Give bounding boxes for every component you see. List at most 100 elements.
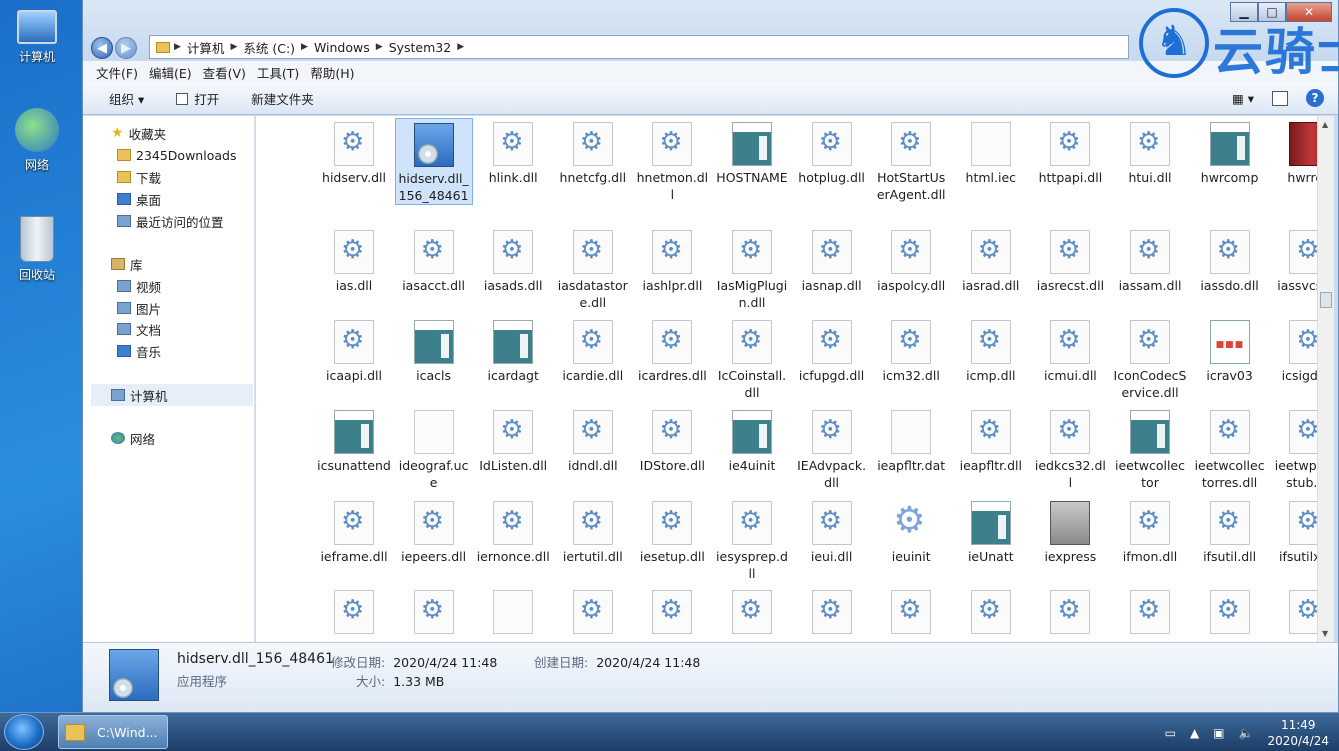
file-item[interactable]: iexpress xyxy=(1031,497,1109,565)
file-item[interactable]: IasMigPlugin.dll xyxy=(713,226,791,311)
file-item[interactable]: HOSTNAME xyxy=(713,118,791,186)
minimize-button[interactable]: ▁ xyxy=(1230,2,1258,22)
menu-view[interactable]: 查看(V) xyxy=(203,63,246,82)
file-item-partial[interactable] xyxy=(633,586,711,637)
file-item[interactable]: icardres.dll xyxy=(633,316,711,384)
view-options-icon[interactable]: ▦ ▾ xyxy=(1232,91,1254,106)
address-bar[interactable]: ▶ 计算机 ▶ 系统 (C:) ▶ Windows ▶ System32 ▶ xyxy=(149,35,1129,59)
volume-icon[interactable]: 🔈 xyxy=(1239,726,1254,740)
show-hidden-icons-icon[interactable]: ▲ xyxy=(1190,726,1199,740)
file-item[interactable]: iassam.dll xyxy=(1111,226,1189,294)
organize-button[interactable]: 组织 ▾ xyxy=(109,89,144,108)
file-item[interactable]: iernonce.dll xyxy=(474,497,552,565)
file-item[interactable]: icardagt xyxy=(474,316,552,384)
file-item[interactable]: icfupgd.dll xyxy=(793,316,871,384)
desktop-icon-computer[interactable]: 计算机 xyxy=(6,10,68,65)
nav-2345downloads[interactable]: 2345Downloads xyxy=(117,145,236,165)
file-item[interactable]: IconCodecService.dll xyxy=(1111,316,1189,401)
file-item[interactable]: iepeers.dll xyxy=(395,497,473,565)
nav-pictures[interactable]: 图片 xyxy=(117,298,161,318)
file-item[interactable]: IEAdvpack.dll xyxy=(793,406,871,491)
help-icon[interactable]: ? xyxy=(1306,89,1324,107)
file-item[interactable]: iaspolcy.dll xyxy=(872,226,950,294)
file-item[interactable]: iedkcs32.dll xyxy=(1031,406,1109,491)
file-item[interactable]: iasacct.dll xyxy=(395,226,473,294)
nav-favorites[interactable]: ★ 收藏夹 xyxy=(111,123,166,143)
nav-libraries[interactable]: 库 xyxy=(111,254,143,274)
menu-tools[interactable]: 工具(T) xyxy=(257,63,299,82)
close-button[interactable]: ✕ xyxy=(1286,2,1332,22)
file-item[interactable]: hwrcomp xyxy=(1191,118,1269,186)
file-item[interactable]: IcCoinstall.dll xyxy=(713,316,791,401)
file-item[interactable]: IDStore.dll xyxy=(633,406,711,474)
new-folder-button[interactable]: 新建文件夹 xyxy=(251,89,314,108)
file-item-partial[interactable] xyxy=(1191,586,1269,637)
preview-pane-icon[interactable] xyxy=(1272,90,1288,106)
nav-documents[interactable]: 文档 xyxy=(117,319,161,339)
taskbar-explorer-button[interactable]: C:\Wind... xyxy=(58,715,168,749)
scroll-thumb[interactable] xyxy=(1320,292,1332,308)
nav-music[interactable]: 音乐 xyxy=(117,341,161,361)
file-item[interactable]: iasads.dll xyxy=(474,226,552,294)
file-item-partial[interactable] xyxy=(474,586,552,637)
nav-computer[interactable]: 计算机 xyxy=(111,385,168,405)
file-item[interactable]: ifsutil.dll xyxy=(1191,497,1269,565)
maximize-button[interactable]: □ xyxy=(1258,2,1286,22)
file-item[interactable]: icacls xyxy=(395,316,473,384)
file-item[interactable]: hidserv.dll xyxy=(315,118,393,186)
file-item-partial[interactable] xyxy=(713,586,791,637)
breadcrumb-system32[interactable]: System32 xyxy=(389,40,452,55)
scroll-up-icon[interactable]: ▲ xyxy=(1322,120,1328,129)
file-item[interactable]: idndl.dll xyxy=(554,406,632,474)
file-item[interactable]: HotStartUserAgent.dll xyxy=(872,118,950,203)
file-item-partial[interactable] xyxy=(1111,586,1189,637)
menu-file[interactable]: 文件(F) xyxy=(96,63,138,82)
nav-videos[interactable]: 视频 xyxy=(117,276,161,296)
file-item[interactable]: iasnap.dll xyxy=(793,226,871,294)
file-item[interactable]: hnetcfg.dll xyxy=(554,118,632,186)
file-item[interactable]: ifmon.dll xyxy=(1111,497,1189,565)
file-item[interactable]: iasdatastore.dll xyxy=(554,226,632,311)
file-item[interactable]: icmp.dll xyxy=(952,316,1030,384)
file-item[interactable]: htui.dll xyxy=(1111,118,1189,186)
file-item[interactable]: hwrreg xyxy=(1270,118,1318,186)
file-item[interactable]: ieframe.dll xyxy=(315,497,393,565)
file-item[interactable]: iassdo.dll xyxy=(1191,226,1269,294)
file-item[interactable]: icaapi.dll xyxy=(315,316,393,384)
file-item[interactable]: ieui.dll xyxy=(793,497,871,565)
open-button[interactable]: 打开 xyxy=(176,89,219,108)
file-item[interactable]: iasrad.dll xyxy=(952,226,1030,294)
file-item-partial[interactable] xyxy=(1031,586,1109,637)
file-item[interactable]: html.iec xyxy=(952,118,1030,186)
menu-help[interactable]: 帮助(H) xyxy=(310,63,354,82)
file-item[interactable]: iashlpr.dll xyxy=(633,226,711,294)
file-item[interactable]: ieuinit xyxy=(872,497,950,565)
file-item[interactable]: hnetmon.dll xyxy=(633,118,711,203)
vertical-scrollbar[interactable]: ▲ ▼ xyxy=(1317,116,1334,642)
desktop-icon-network[interactable]: 网络 xyxy=(6,108,68,173)
file-item[interactable]: hotplug.dll xyxy=(793,118,871,186)
file-item[interactable]: iesetup.dll xyxy=(633,497,711,565)
file-item[interactable]: ie4uinit xyxy=(713,406,791,474)
file-item[interactable]: iertutil.dll xyxy=(554,497,632,565)
nav-network[interactable]: 网络 xyxy=(111,428,155,448)
network-status-icon[interactable]: ▣ xyxy=(1213,726,1224,740)
file-item[interactable]: icsunattend xyxy=(315,406,393,474)
file-item[interactable]: ieapfltr.dat xyxy=(872,406,950,474)
file-item-partial[interactable] xyxy=(952,586,1030,637)
forward-button[interactable]: ▶ xyxy=(115,37,137,59)
file-item[interactable]: ias.dll xyxy=(315,226,393,294)
back-button[interactable]: ◀ xyxy=(91,37,113,59)
file-item[interactable]: iesysprep.dll xyxy=(713,497,791,582)
start-button[interactable] xyxy=(4,714,44,750)
nav-recent-places[interactable]: 最近访问的位置 xyxy=(117,211,224,231)
file-item[interactable]: icrav03 xyxy=(1191,316,1269,384)
file-item-partial[interactable] xyxy=(315,586,393,637)
file-item[interactable]: iasrecst.dll xyxy=(1031,226,1109,294)
file-item[interactable]: ieUnatt xyxy=(952,497,1030,565)
file-item[interactable]: iassvcs.dll xyxy=(1270,226,1318,294)
breadcrumb-computer[interactable]: 计算机 xyxy=(187,38,225,57)
file-item[interactable]: ieetwcollectorres.dll xyxy=(1191,406,1269,491)
file-item-partial[interactable] xyxy=(1270,586,1318,637)
file-item[interactable]: ieetwproxystub.dll xyxy=(1270,406,1318,491)
